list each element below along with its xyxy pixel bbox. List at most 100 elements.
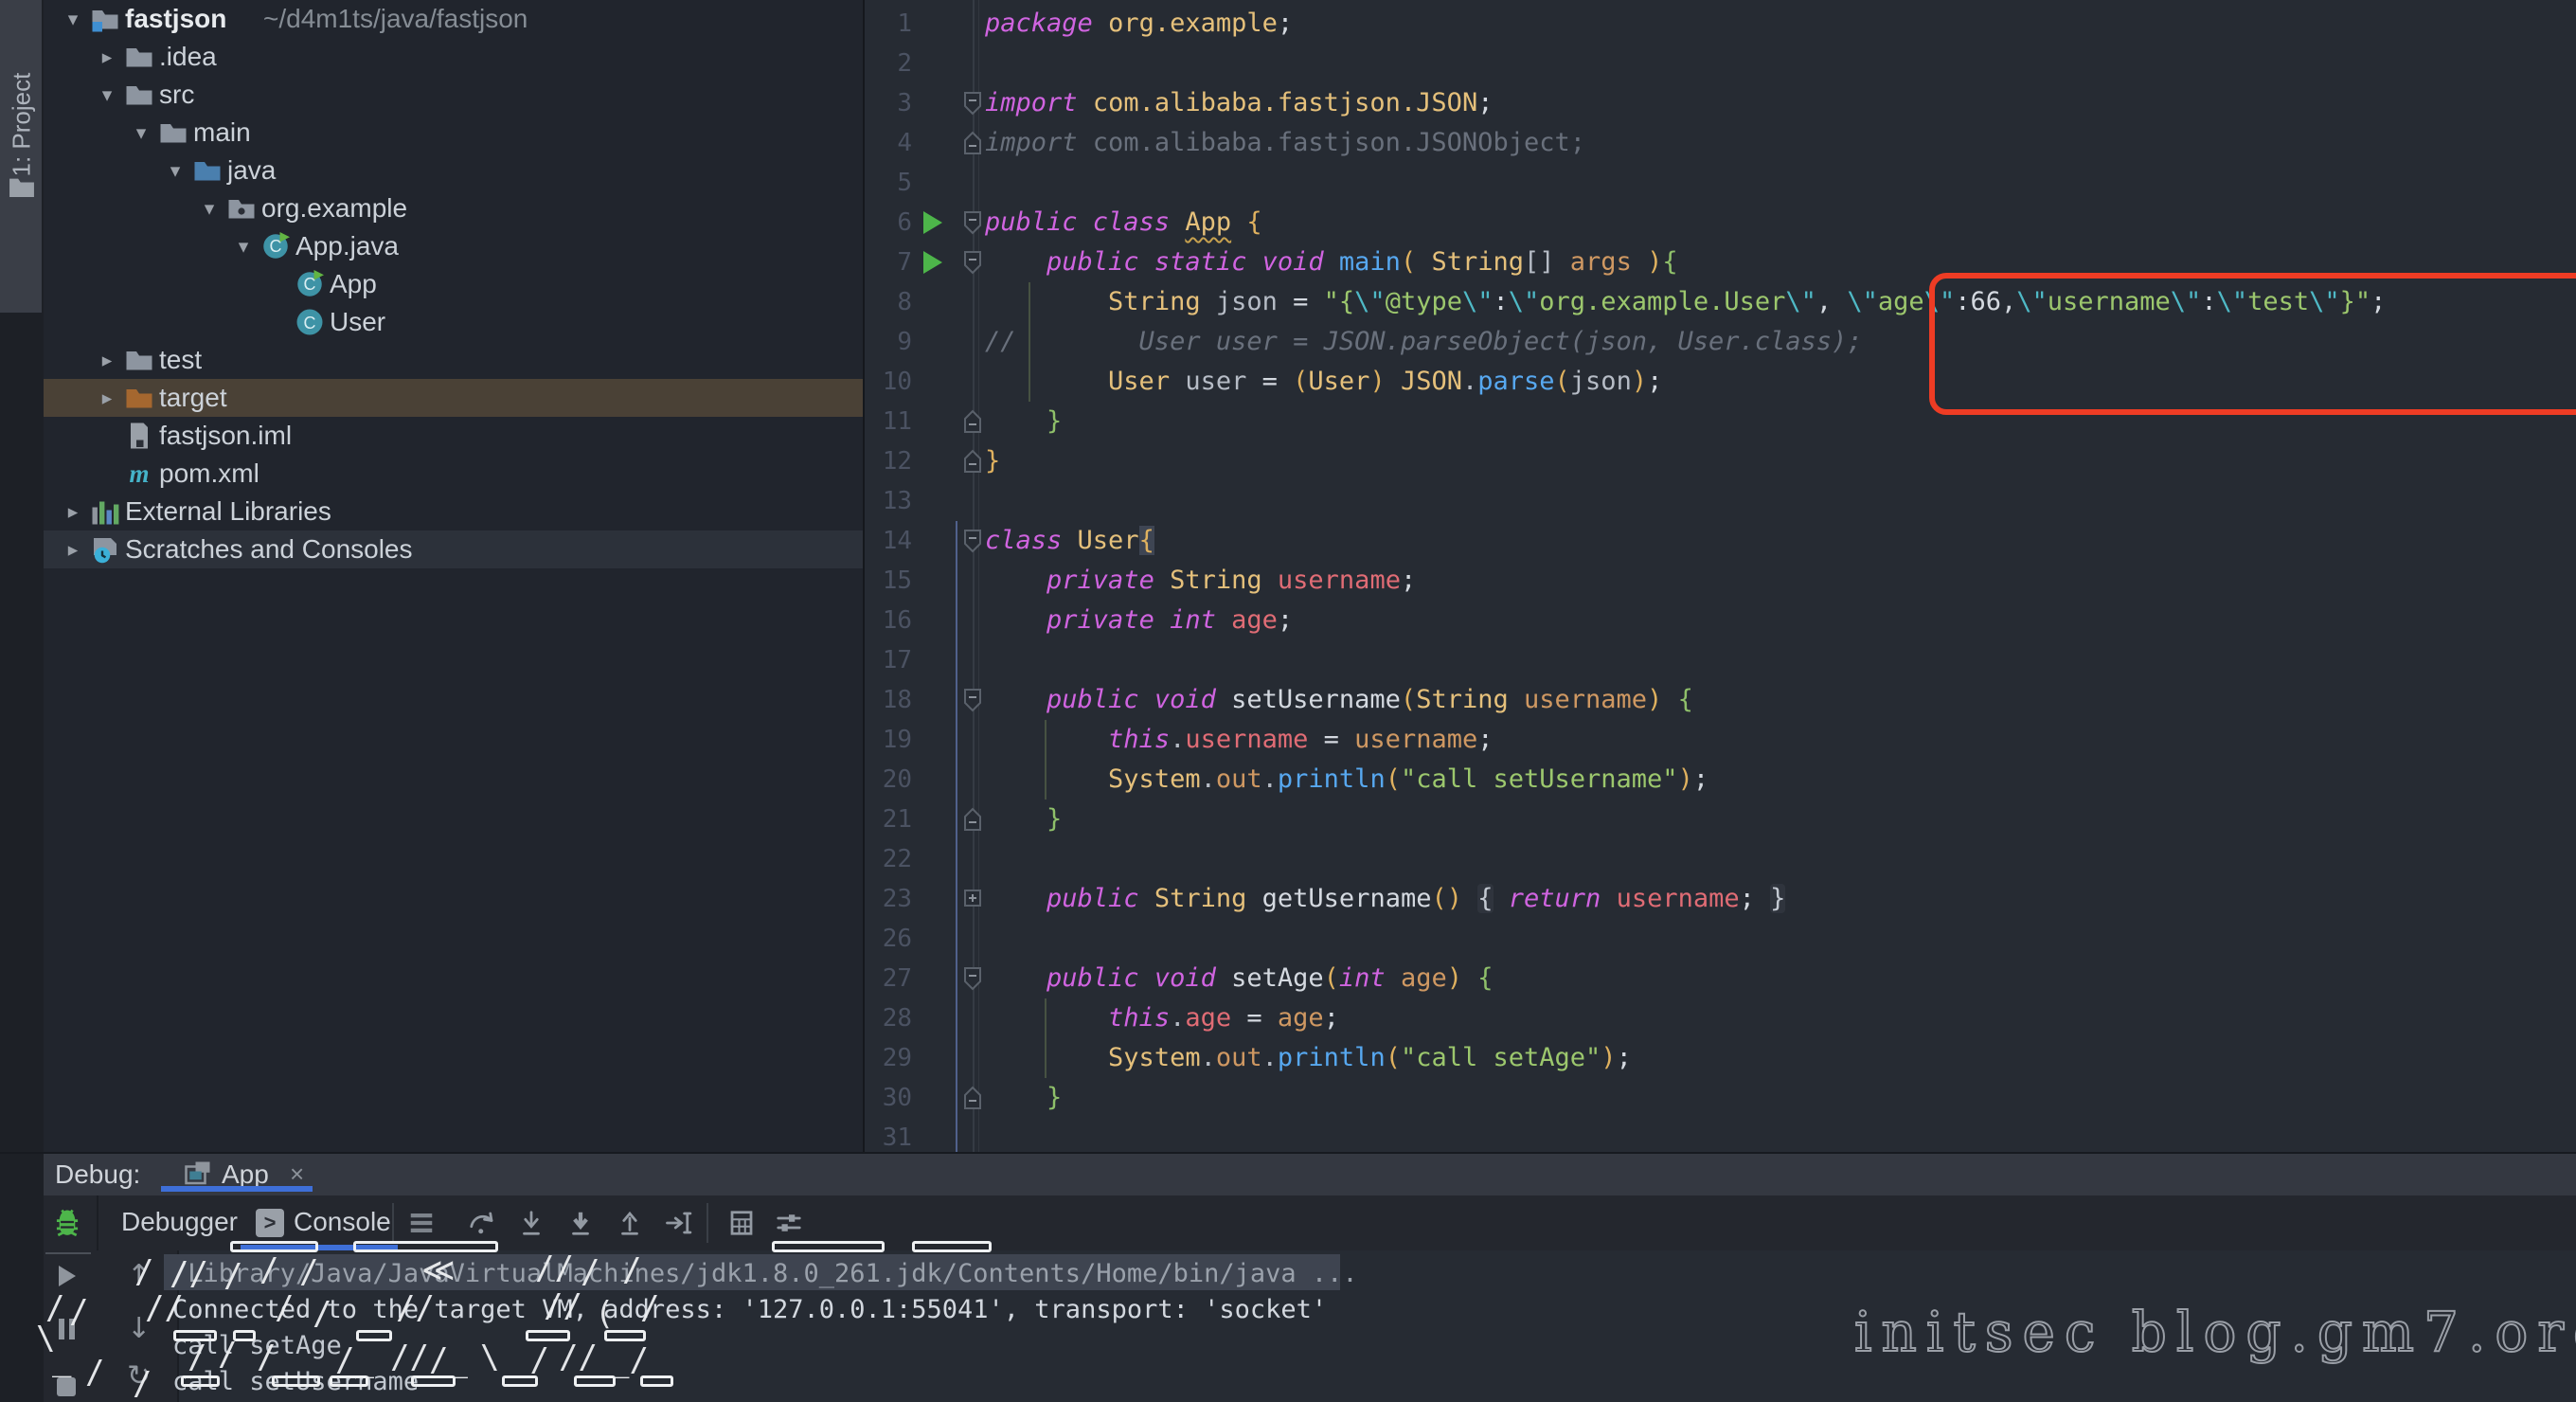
tree-row-external-libraries[interactable]: ▸External Libraries: [44, 493, 864, 530]
run-button[interactable]: [923, 251, 942, 274]
code-line: }: [985, 1078, 1062, 1118]
chevron-down-icon[interactable]: ▾: [127, 114, 155, 152]
run-button[interactable]: [923, 211, 942, 234]
step-down-button[interactable]: ↓: [127, 1315, 151, 1343]
tree-row--idea[interactable]: ▸.idea: [44, 38, 864, 76]
folder-icon: [9, 176, 34, 197]
line-number: 17: [865, 640, 912, 680]
fold-marker-down[interactable]: [963, 529, 982, 553]
debug-left-rail: ↑ ↓ ↻: [44, 1250, 177, 1402]
evaluate-expression-button[interactable]: [727, 1209, 756, 1237]
fold-marker-up[interactable]: [963, 1086, 982, 1110]
tree-row-src[interactable]: ▾ src: [44, 76, 864, 114]
run-to-cursor-button[interactable]: [665, 1209, 693, 1237]
tree-row-org-example[interactable]: ▾org.example: [44, 189, 864, 227]
step-over-button[interactable]: [468, 1209, 496, 1237]
rerun-button[interactable]: ↻: [127, 1362, 151, 1391]
tree-row-target[interactable]: ▸target: [44, 379, 864, 417]
chevron-down-icon[interactable]: ▾: [195, 189, 224, 227]
tree-row-label: src: [159, 76, 194, 114]
fold-marker-up[interactable]: [963, 131, 982, 155]
fold-marker-up[interactable]: [963, 409, 982, 434]
chevron-right-icon[interactable]: ▸: [93, 38, 121, 76]
folder-blue-icon: [193, 156, 222, 185]
debug-panel-title: Debug:: [55, 1159, 140, 1190]
fold-marker-up[interactable]: [963, 449, 982, 474]
debug-toolbar: Debugger > Console: [44, 1195, 2576, 1250]
code-line: import com.alibaba.fastjson.JSONObject;: [985, 123, 1585, 163]
tree-row-main[interactable]: ▾ main: [44, 114, 864, 152]
line-number: 4: [865, 123, 912, 163]
show-layout-button[interactable]: [407, 1209, 436, 1237]
project-tool-window-label: 1: Project: [8, 0, 37, 177]
chevron-right-icon[interactable]: ▸: [59, 493, 87, 530]
fold-marker-down[interactable]: [963, 688, 982, 712]
chevron-down-icon[interactable]: ▾: [59, 0, 87, 38]
tree-row-fastjson[interactable]: ▾ fastjson ~/d4m1ts/java/fastjson: [44, 0, 864, 38]
fold-marker-down[interactable]: [963, 250, 982, 275]
close-icon[interactable]: ×: [290, 1159, 304, 1189]
tab-console[interactable]: Console: [294, 1207, 391, 1237]
chevron-down-icon[interactable]: ▾: [161, 152, 189, 189]
indent-guide: [1045, 720, 1046, 800]
tab-debugger[interactable]: Debugger: [121, 1207, 238, 1237]
pause-button[interactable]: [57, 1319, 78, 1339]
line-number: 13: [865, 481, 912, 521]
project-tool-window-button[interactable]: 1: Project: [0, 0, 42, 313]
chevron-right-icon[interactable]: ▸: [93, 341, 121, 379]
stop-button[interactable]: [57, 1377, 76, 1396]
libraries-icon: [91, 497, 119, 526]
tree-row-java[interactable]: ▾ java: [44, 152, 864, 189]
fold-marker-plus[interactable]: [963, 887, 982, 911]
fold-marker-down[interactable]: [963, 210, 982, 235]
tree-row-user[interactable]: CUser: [44, 303, 864, 341]
fold-scope-guide: [956, 521, 957, 1154]
chevron-right-icon[interactable]: ▸: [93, 379, 121, 417]
code-line: private String username;: [985, 561, 1416, 601]
code-line: public void setUsername(String username)…: [985, 680, 1693, 720]
tree-row-app-java[interactable]: ▾CApp.java: [44, 227, 864, 265]
view-options-button[interactable]: [775, 1209, 803, 1237]
console-line: Connected to the target VM, address: '12…: [172, 1292, 1327, 1328]
fold-marker-down[interactable]: [963, 91, 982, 116]
tree-row-pom-xml[interactable]: mpom.xml: [44, 455, 864, 493]
step-into-button[interactable]: [517, 1209, 546, 1237]
tree-row-label: pom.xml: [159, 455, 259, 493]
tree-row-app[interactable]: CApp: [44, 265, 864, 303]
toolbar-separator: [97, 1195, 98, 1250]
chevron-right-icon[interactable]: ▸: [59, 530, 87, 568]
resume-button[interactable]: [59, 1266, 76, 1286]
line-number: 21: [865, 800, 912, 839]
code-line: User user = (User) JSON.parse(json);: [985, 362, 1662, 402]
debug-session-tab-row: Debug: App ×: [44, 1154, 2576, 1195]
project-tree-panel[interactable]: ▾fastjson~/d4m1ts/java/fastjson▸.idea▾sr…: [44, 0, 864, 1154]
step-out-button[interactable]: [616, 1209, 644, 1237]
code-line: class User{: [985, 521, 1154, 561]
line-number: 8: [865, 282, 912, 322]
tree-row-label: main: [193, 114, 251, 152]
line-number: 26: [865, 919, 912, 959]
tree-row-label: java: [227, 152, 276, 189]
line-number: 14: [865, 521, 912, 561]
fold-marker-up[interactable]: [963, 807, 982, 832]
tree-row-test[interactable]: ▸test: [44, 341, 864, 379]
package-icon: [227, 194, 256, 223]
tree-row-fastjson-iml[interactable]: fastjson.iml: [44, 417, 864, 455]
tree-row-scratches-and-consoles[interactable]: ▸Scratches and Consoles: [44, 530, 864, 568]
line-number: 22: [865, 839, 912, 879]
folder-orange-icon: [125, 384, 153, 412]
force-step-into-button[interactable]: [566, 1209, 595, 1237]
line-number: 1: [865, 4, 912, 44]
fold-marker-down[interactable]: [963, 966, 982, 991]
step-up-button[interactable]: ↑: [127, 1262, 151, 1290]
code-editor[interactable]: 1234567891011121314151617181920212223262…: [865, 0, 2576, 1154]
tree-row-label: fastjson: [125, 0, 226, 38]
indent-guide: [1029, 282, 1030, 402]
debug-bug-icon: [51, 1205, 83, 1239]
class-run-icon: C: [295, 270, 324, 298]
console-line: /Library/Java/JavaVirtualMachines/jdk1.8…: [172, 1256, 1358, 1292]
folder-badge-icon: [91, 5, 119, 33]
chevron-down-icon[interactable]: ▾: [229, 227, 258, 265]
chevron-down-icon[interactable]: ▾: [93, 76, 121, 114]
tree-row-path: ~/d4m1ts/java/fastjson: [263, 0, 528, 38]
